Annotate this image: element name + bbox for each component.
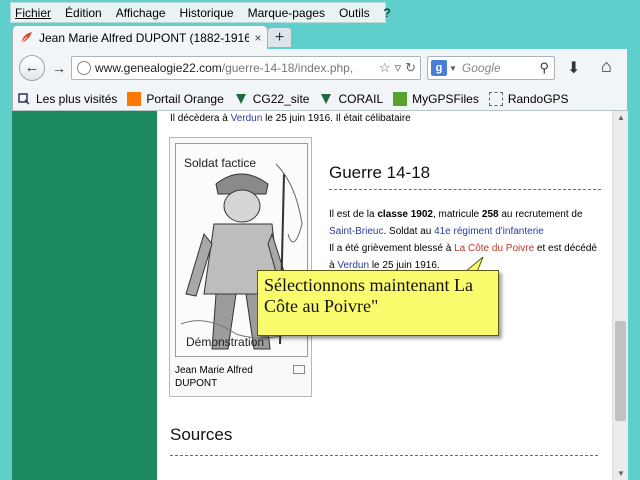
- divider: [329, 189, 601, 190]
- bookmark-mygpsfiles[interactable]: MyGPSFiles: [393, 91, 479, 106]
- divider: [170, 455, 598, 456]
- reload-icon[interactable]: ↻: [405, 60, 416, 76]
- globe-icon: [77, 61, 91, 75]
- bookmark-randogps[interactable]: RandoGPS: [488, 91, 569, 106]
- text: Il décèdera à: [170, 113, 231, 124]
- new-tab-button[interactable]: +: [267, 27, 292, 48]
- cg22-icon: [234, 92, 248, 106]
- menu-historique[interactable]: Historique: [180, 6, 234, 20]
- top-sentence: Il décèdera à Verdun le 25 juin 1916. Il…: [170, 113, 411, 124]
- text: Il a été grièvement blessé à: [329, 243, 455, 254]
- enlarge-icon[interactable]: [293, 365, 305, 374]
- bookmark-label: CG22_site: [252, 91, 310, 106]
- bold-text: classe 1902: [377, 209, 433, 220]
- bookmark-corail[interactable]: CORAIL: [319, 92, 383, 106]
- bold-text: 258: [481, 209, 499, 220]
- orange-icon: [127, 91, 142, 106]
- bookmark-les-plus-visites[interactable]: Les plus visités: [17, 92, 117, 106]
- bookmark-label: CORAIL: [338, 91, 384, 106]
- link-la-cote-du-poivre[interactable]: La Côte du Poivre: [454, 243, 534, 254]
- menu-outils[interactable]: Outils: [339, 6, 370, 20]
- infobox: Soldat factice Démonstration Jean Marie …: [169, 137, 312, 397]
- tutorial-callout: Sélectionnons maintenant La Côte au Poiv…: [257, 270, 499, 336]
- bookmark-cg22-site[interactable]: CG22_site: [234, 91, 310, 106]
- text: au recrutement de: [498, 209, 583, 220]
- corail-icon: [319, 92, 333, 106]
- download-icon[interactable]: ⬇: [567, 58, 580, 78]
- left-sidebar: [12, 111, 157, 480]
- menu-edition[interactable]: Édition: [65, 6, 102, 20]
- bookmark-label: Portail Orange: [146, 91, 224, 106]
- randogps-icon: [488, 91, 503, 106]
- mygps-icon: [393, 91, 408, 106]
- scroll-down-icon[interactable]: ▼: [617, 469, 625, 478]
- browser-tab[interactable]: Jean Marie Alfred DUPONT (1882-1916) -..…: [12, 25, 268, 49]
- menu-help[interactable]: ?: [384, 6, 391, 20]
- scrollbar-thumb[interactable]: [615, 321, 626, 421]
- text: Il est de la: [329, 209, 378, 220]
- menu-bar: Fichier Édition Affichage Historique Mar…: [10, 2, 390, 23]
- chevron-down-icon[interactable]: ▼: [449, 64, 457, 73]
- url-path: /guerre-14-18/index.php,: [221, 61, 354, 75]
- link-saint-brieuc[interactable]: Saint-Brieuc: [329, 226, 383, 237]
- image-caption-bottom: Démonstration: [186, 335, 265, 349]
- close-tab-icon[interactable]: ×: [249, 31, 267, 45]
- google-icon[interactable]: g: [431, 60, 447, 76]
- link-41e-regiment[interactable]: 41e régiment d'infanterie: [434, 226, 544, 237]
- bookmark-label: MyGPSFiles: [412, 91, 479, 106]
- text: le 25 juin 1916. Il était célibataire: [262, 113, 411, 124]
- text: . Soldat au: [383, 226, 435, 237]
- text: , matricule: [432, 209, 482, 220]
- vertical-scrollbar[interactable]: ▲ ▼: [612, 111, 628, 480]
- home-icon[interactable]: ⌂: [601, 56, 612, 77]
- bookmark-label: RandoGPS: [507, 91, 569, 106]
- tab-title: Jean Marie Alfred DUPONT (1882-1916) -..…: [39, 30, 249, 45]
- search-placeholder: Google: [461, 61, 501, 75]
- scroll-up-icon[interactable]: ▲: [617, 113, 625, 122]
- menu-affichage[interactable]: Affichage: [116, 6, 166, 20]
- bookmark-label: Les plus visités: [36, 91, 118, 106]
- bookmarks-toolbar: Les plus visités Portail Orange CG22_sit…: [12, 87, 628, 111]
- bookmark-icon: [17, 92, 31, 106]
- menu-marque-pages[interactable]: Marque-pages: [248, 6, 325, 20]
- image-caption-top: Soldat factice: [184, 156, 257, 170]
- back-arrow-icon[interactable]: ←: [19, 55, 45, 81]
- dropdown-arrow-icon[interactable]: ▿: [395, 60, 402, 76]
- url-bar[interactable]: www.genealogie22.com /guerre-14-18/index…: [71, 56, 421, 80]
- link-verdun[interactable]: Verdun: [231, 113, 263, 124]
- url-host: www.genealogie22.com: [95, 61, 222, 75]
- search-icon[interactable]: ⚲: [539, 60, 549, 76]
- section-heading: Guerre 14-18: [329, 163, 431, 182]
- search-bar[interactable]: g ▼ Google ⚲: [427, 56, 555, 80]
- sources-heading: Sources: [170, 425, 233, 444]
- forward-arrow-icon[interactable]: →: [49, 58, 69, 78]
- menu-fichier[interactable]: Fichier: [15, 6, 51, 20]
- navigation-toolbar: ← → www.genealogie22.com /guerre-14-18/i…: [12, 49, 628, 87]
- infobox-caption: Jean Marie Alfred DUPONT: [175, 365, 253, 389]
- leaf-favicon-icon: [19, 31, 33, 45]
- star-icon[interactable]: ☆: [379, 60, 391, 76]
- bookmark-portail-orange[interactable]: Portail Orange: [127, 91, 224, 106]
